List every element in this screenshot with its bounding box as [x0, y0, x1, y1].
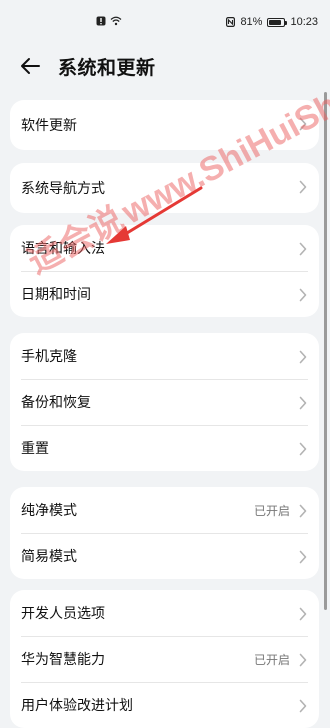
settings-row-label: 备份和恢复 — [21, 395, 91, 411]
chevron-right-icon — [299, 698, 307, 713]
page-header: 系统和更新 — [0, 44, 330, 90]
settings-row-label: 华为智慧能力 — [21, 652, 105, 668]
page-title: 系统和更新 — [58, 57, 156, 79]
chevron-right-icon — [299, 241, 307, 256]
status-bar: 81% 10:23 — [0, 0, 330, 44]
settings-row[interactable]: 开发人员选项 — [10, 590, 319, 636]
settings-row-value: 已开启 — [253, 652, 290, 667]
settings-row[interactable]: 手机克隆 — [10, 333, 319, 379]
chevron-right-icon — [299, 441, 307, 456]
settings-group: 纯净模式 已开启简易模式 — [10, 487, 319, 579]
settings-row[interactable]: 重置 — [10, 425, 319, 471]
settings-row[interactable]: 语言和输入法 — [10, 225, 319, 271]
chevron-right-icon — [299, 179, 307, 194]
scrollbar[interactable] — [324, 92, 327, 610]
battery-fill — [269, 19, 281, 25]
notification-icon — [96, 16, 106, 26]
chevron-right-icon — [299, 116, 307, 131]
settings-group: 系统导航方式 — [10, 163, 319, 213]
settings-row-label: 用户体验改进计划 — [21, 698, 133, 714]
settings-group: 开发人员选项 华为智慧能力 已开启用户体验改进计划 — [10, 590, 319, 728]
settings-row-label: 系统导航方式 — [21, 181, 105, 197]
chevron-right-icon — [299, 652, 307, 667]
chevron-right-icon — [299, 349, 307, 364]
settings-row[interactable]: 系统导航方式 — [10, 163, 319, 213]
settings-row-label: 重置 — [21, 441, 49, 457]
settings-row-value: 已开启 — [253, 503, 290, 518]
settings-row-label: 纯净模式 — [21, 503, 77, 519]
battery-percent: 81% — [240, 16, 263, 28]
settings-row-label: 软件更新 — [21, 118, 77, 134]
status-left — [96, 16, 122, 26]
settings-row-label: 日期和时间 — [21, 287, 91, 303]
settings-group: 软件更新 — [10, 100, 319, 150]
settings-row-label: 简易模式 — [21, 549, 77, 565]
settings-row[interactable]: 华为智慧能力 已开启 — [10, 636, 319, 682]
settings-row[interactable]: 日期和时间 — [10, 271, 319, 317]
settings-row-label: 手机克隆 — [21, 349, 77, 365]
back-arrow-icon[interactable] — [18, 54, 42, 78]
nfc-icon — [226, 17, 236, 27]
chevron-right-icon — [299, 503, 307, 518]
settings-row[interactable]: 备份和恢复 — [10, 379, 319, 425]
settings-row[interactable]: 简易模式 — [10, 533, 319, 579]
chevron-right-icon — [299, 549, 307, 564]
chevron-right-icon — [299, 606, 307, 621]
settings-row[interactable]: 纯净模式 已开启 — [10, 487, 319, 533]
status-right: 81% 10:23 — [226, 16, 318, 28]
clock: 10:23 — [290, 16, 318, 28]
settings-group: 手机克隆备份和恢复重置 — [10, 333, 319, 471]
battery-icon — [267, 17, 288, 27]
settings-row-label: 语言和输入法 — [21, 241, 105, 257]
settings-row[interactable]: 用户体验改进计划 — [10, 682, 319, 728]
chevron-right-icon — [299, 395, 307, 410]
settings-row[interactable]: 软件更新 — [10, 100, 319, 150]
settings-group: 语言和输入法 日期和时间 — [10, 225, 319, 317]
chevron-right-icon — [299, 287, 307, 302]
settings-row-label: 开发人员选项 — [21, 606, 105, 622]
wifi-icon — [110, 16, 122, 26]
